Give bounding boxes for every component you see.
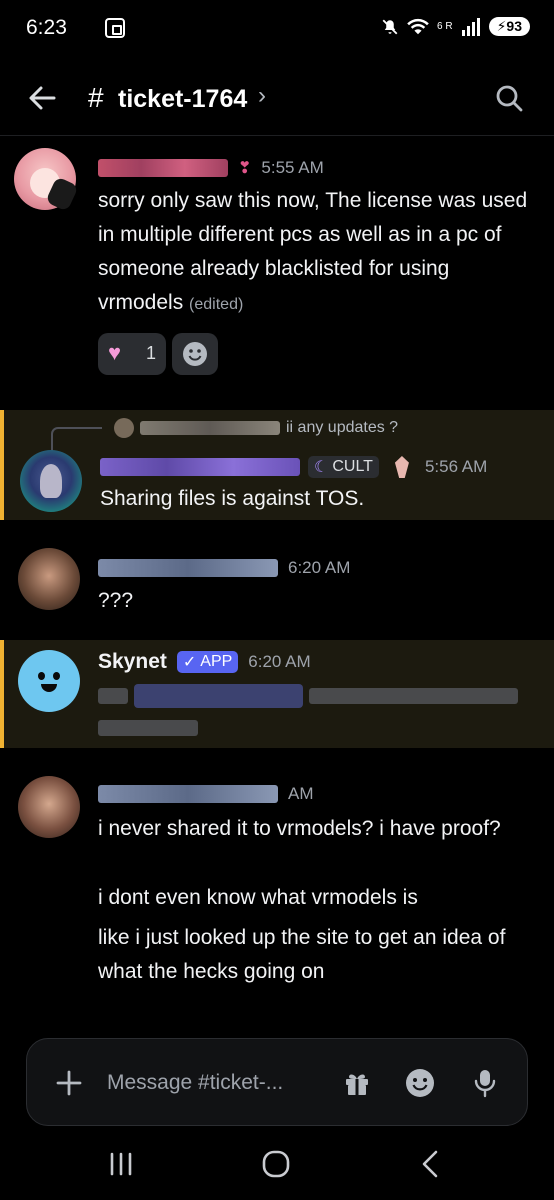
role-badge[interactable]: ☾ CULT [308,456,379,478]
blurred-line [98,712,518,744]
status-bar: 6:23 6 R ⚡93 [0,0,554,60]
timestamp: 6:20 AM [288,558,351,577]
microphone-icon[interactable] [473,1068,497,1098]
system-nav-bar [0,1135,554,1200]
bot-avatar[interactable] [18,650,80,712]
emoji-icon[interactable] [405,1068,435,1098]
back-arrow-icon[interactable] [24,80,60,116]
username-redacted[interactable] [98,159,228,177]
message-text-2: i dont even know what vrmodels is [98,886,418,909]
status-time: 6:23 [26,16,67,39]
role-badge-label: CULT [332,458,373,475]
battery-indicator: ⚡93 [488,17,530,36]
reaction-heart[interactable]: ♥ 1 [98,333,166,375]
screencast-icon [105,18,125,38]
mute-icon [382,19,398,34]
message-1[interactable]: ❣ 5:55 AM sorry only saw this now, The l… [0,140,554,400]
message-text-3: like i just looked up the site to get an… [98,926,506,983]
message-input[interactable]: Message #ticket-... [107,1071,283,1095]
reply-snippet[interactable]: ii any updates ? [286,419,398,437]
eye-right [53,672,60,680]
message-3[interactable]: 6:20 AM ??? [0,540,554,620]
gift-icon[interactable] [343,1069,371,1097]
reply-username-redacted [140,421,280,435]
message-2[interactable]: ii any updates ? ☾ CULT 5:56 AM Sharing … [0,410,554,520]
author-name[interactable]: Skynet [98,650,167,674]
check-icon: ✓ [182,654,197,671]
avatar[interactable] [18,776,80,838]
search-icon[interactable] [494,83,524,113]
reaction-count: 1 [146,343,157,363]
avatar[interactable] [20,450,82,512]
back-icon[interactable] [420,1150,440,1178]
username-redacted[interactable] [98,559,278,577]
username-redacted[interactable] [100,458,300,476]
timestamp: 5:55 AM [261,158,324,177]
recent-apps-icon[interactable] [108,1152,134,1176]
crescent-moon-icon: ☾ [314,459,329,476]
message-text: ??? [98,589,134,612]
blurred-message-body [98,680,518,744]
home-icon[interactable] [262,1150,290,1178]
avatar[interactable] [14,148,79,212]
mouth [41,684,57,692]
edited-label: (edited) [189,296,244,313]
timestamp: AM [288,784,314,803]
timestamp: 6:20 AM [248,652,311,671]
reply-avatar [114,418,134,438]
crystal-icon [394,456,409,478]
status-icons: 6 R ⚡93 [381,17,530,36]
plus-icon[interactable] [55,1069,83,1097]
message-text: sorry only saw this now, The license was… [98,189,528,314]
app-badge: ✓ APP [176,651,239,673]
signal-icon [461,17,480,36]
smiley-add-icon [183,342,207,366]
username-redacted[interactable] [98,785,278,803]
chevron-right-icon[interactable]: › [258,82,266,110]
message-text: Sharing files is against TOS. [100,487,365,510]
battery-level: 93 [506,18,522,34]
heart-emoji-icon: ♥ [108,340,122,365]
timestamp: 5:56 AM [424,457,488,476]
message-4[interactable]: Skynet ✓ APP 6:20 AM [0,640,554,748]
add-reaction-button[interactable] [172,333,218,375]
wifi-icon [407,18,429,34]
channel-name[interactable]: ticket-1764 [118,85,247,114]
channel-hash-icon: # [88,82,104,113]
app-badge-label: APP [200,653,233,670]
message-text-1: i never shared it to vrmodels? i have pr… [98,817,501,840]
blurred-line [98,680,518,712]
heart-ribbon-icon: ❣ [238,160,252,177]
channel-header: # ticket-1764 › [0,60,554,135]
network-label: 6 R [437,21,453,32]
avatar[interactable] [18,548,80,610]
eye-left [38,672,45,680]
message-composer[interactable]: Message #ticket-... [26,1038,528,1126]
message-5[interactable]: AM i never shared it to vrmodels? i have… [0,768,554,1018]
header-divider [0,135,554,136]
mention-redacted[interactable] [133,684,304,708]
